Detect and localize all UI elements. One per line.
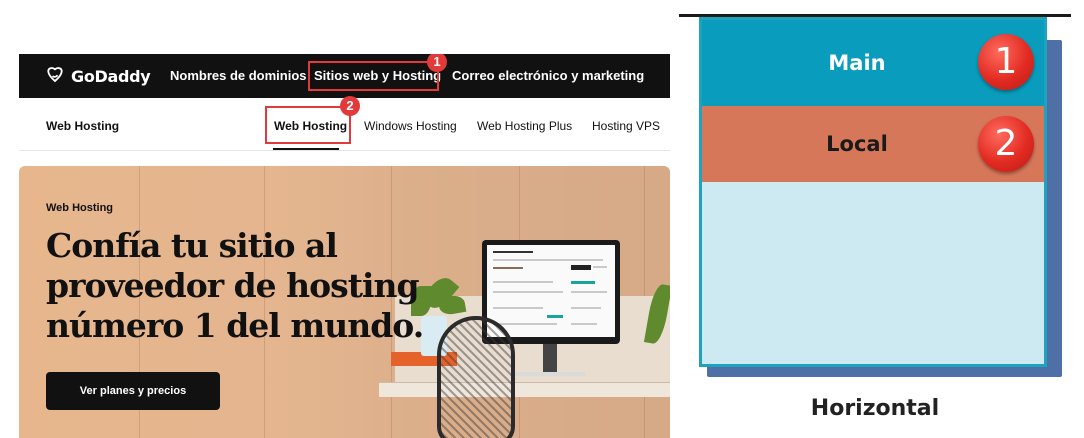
main-nav-label: Main [828, 51, 886, 75]
subnav-section-title: Web Hosting [46, 119, 120, 133]
keyboard [515, 372, 585, 376]
top-navigation-bar: GoDaddy Nombres de dominios Sitios web y… [19, 54, 670, 98]
hero-banner: Web Hosting Confía tu sitio al proveedor… [19, 166, 670, 438]
highlight-box-local-nav [265, 106, 351, 144]
nav-email-marketing-link[interactable]: Correo electrónico y marketing [452, 68, 644, 83]
diagram-caption: Horizontal [810, 396, 940, 421]
subnav-hosting-vps-link[interactable]: Hosting VPS [592, 119, 660, 133]
active-tab-underline [273, 148, 339, 150]
callout-badge-1: 1 [427, 54, 447, 72]
hero-headline: Confía tu sitio al proveedor de hosting … [46, 226, 424, 345]
subnav-windows-hosting-link[interactable]: Windows Hosting [364, 119, 457, 133]
godaddy-logo[interactable]: GoDaddy [45, 65, 151, 87]
brand-name: GoDaddy [71, 66, 151, 86]
subnav-web-hosting-plus-link[interactable]: Web Hosting Plus [477, 119, 572, 133]
callout-badge-2: 2 [340, 96, 360, 116]
godaddy-logo-icon [47, 67, 63, 83]
desk [379, 382, 670, 397]
hero-eyebrow-label: Web Hosting [46, 202, 114, 214]
local-nav-label: Local [826, 132, 888, 156]
highlight-box-main-nav [308, 61, 439, 91]
website-screenshot: GoDaddy Nombres de dominios Sitios web y… [19, 54, 670, 438]
local-nav-band: Local 2 [702, 106, 1044, 182]
main-nav-band: Main 1 [702, 20, 1044, 106]
number-badge-2: 2 [978, 116, 1034, 172]
nav-domains-link[interactable]: Nombres de dominios [170, 68, 307, 83]
monitor-screen [487, 245, 615, 337]
view-plans-button[interactable]: Ver planes y precios [46, 372, 220, 410]
number-badge-1: 1 [978, 34, 1034, 90]
layout-diagram: Main 1 Local 2 [699, 17, 1047, 367]
